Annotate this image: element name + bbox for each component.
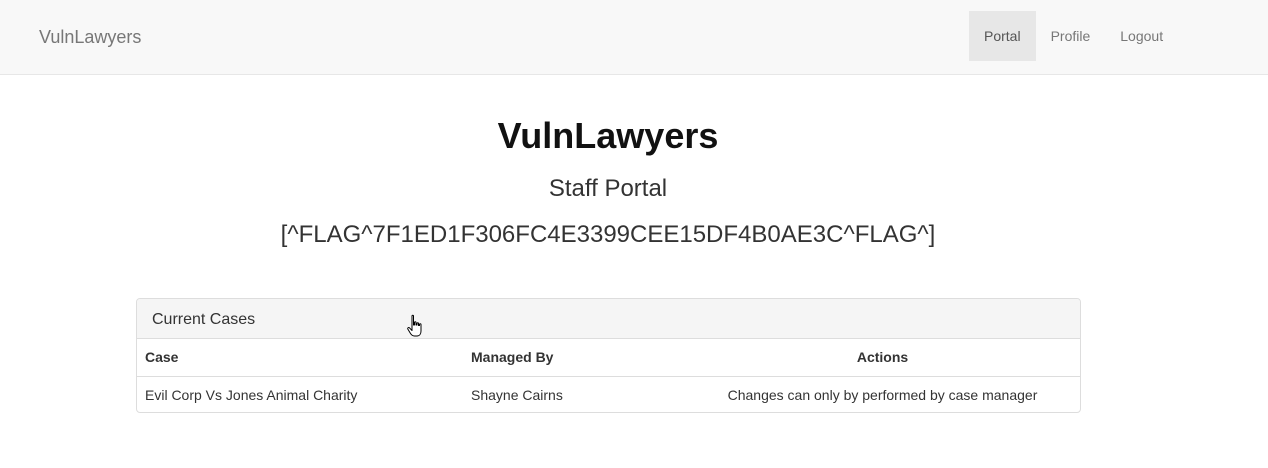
table-header-row: Case Managed By Actions bbox=[137, 339, 1080, 377]
column-header-case: Case bbox=[137, 339, 463, 377]
flag-text: [^FLAG^7F1ED1F306FC4E3399CEE15DF4B0AE3C^… bbox=[280, 221, 936, 248]
page-title: VulnLawyers bbox=[497, 115, 719, 156]
nav-item-portal[interactable]: Portal bbox=[969, 11, 1036, 61]
panel-heading: Current Cases bbox=[137, 299, 1080, 339]
page-subtitle: Staff Portal bbox=[548, 175, 668, 202]
navbar: VulnLawyers Portal Profile Logout bbox=[0, 0, 1268, 75]
hand-pointer-icon bbox=[407, 314, 422, 337]
cases-table: Case Managed By Actions Evil Corp Vs Jon… bbox=[137, 339, 1080, 412]
nav-menu: Portal Profile Logout bbox=[969, 11, 1178, 61]
column-header-managed-by: Managed By bbox=[463, 339, 685, 377]
nav-item-logout[interactable]: Logout bbox=[1105, 11, 1178, 61]
current-cases-panel: Current Cases Case Managed By Actions Ev… bbox=[136, 298, 1081, 413]
table-row: Evil Corp Vs Jones Animal Charity Shayne… bbox=[137, 376, 1080, 412]
cell-managed-by: Shayne Cairns bbox=[471, 386, 563, 403]
column-header-actions: Actions bbox=[685, 339, 1080, 377]
navbar-brand[interactable]: VulnLawyers bbox=[39, 26, 141, 48]
nav-item-profile[interactable]: Profile bbox=[1036, 11, 1106, 61]
cell-case: Evil Corp Vs Jones Animal Charity bbox=[145, 386, 358, 403]
cell-actions: Changes can only by performed by case ma… bbox=[727, 386, 1038, 403]
